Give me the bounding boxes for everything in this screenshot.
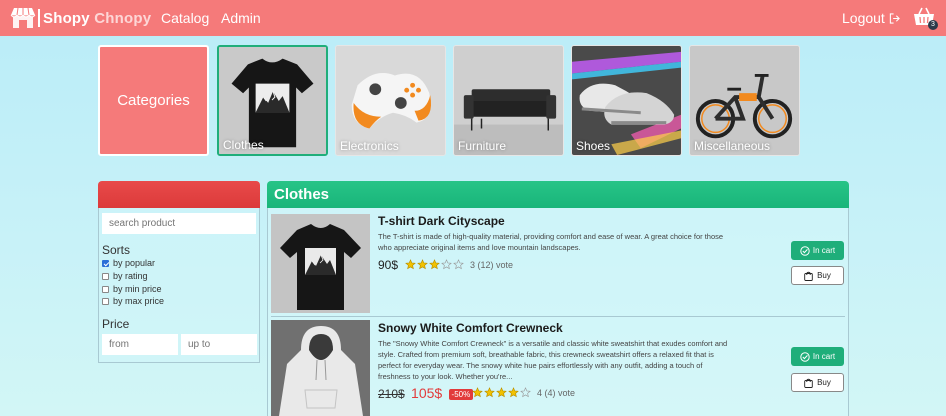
category-shoes[interactable]: Shoes (571, 45, 682, 156)
in-cart-label: In cart (812, 352, 836, 361)
product-title[interactable]: T-shirt Dark Cityscape (378, 214, 505, 228)
cart-count-badge: 3 (928, 20, 938, 30)
sort-option-label: by max price (113, 296, 165, 306)
sort-option-max-price[interactable]: by max price (102, 296, 164, 306)
star-filled-icon (496, 387, 507, 398)
product-title[interactable]: Snowy White Comfort Crewneck (378, 321, 563, 335)
category-clothes[interactable]: Clothes (217, 45, 328, 156)
products-section-title: Clothes (274, 186, 330, 203)
buy-label: Buy (817, 271, 831, 280)
logout-button[interactable]: Logout (842, 10, 900, 26)
sort-popular-checkbox[interactable] (102, 259, 109, 267)
category-furniture[interactable]: Furniture (453, 45, 564, 156)
old-price: 210$ (378, 387, 405, 401)
star-filled-icon (484, 387, 495, 398)
product-price: 210$ 105$ -50% (378, 385, 474, 401)
categories-title: Categories (117, 92, 190, 109)
product-rating: 4 (4) vote (472, 387, 575, 398)
rating-votes: 4 (4) vote (537, 387, 576, 398)
sort-rating-checkbox[interactable] (102, 272, 109, 280)
star-filled-icon (508, 387, 519, 398)
price-to-input[interactable] (181, 334, 257, 355)
sort-option-label: by popular (113, 258, 156, 268)
brand-logo[interactable]: Shopy Chnopy (10, 6, 151, 30)
product-rating: 3 (12) vote (405, 259, 513, 270)
sort-option-rating[interactable]: by rating (102, 271, 148, 281)
product-price: 90$ (378, 258, 399, 272)
sort-min-price-checkbox[interactable] (102, 285, 109, 293)
filters-header (98, 181, 260, 208)
buy-button[interactable]: Buy (791, 266, 844, 285)
price-from-input[interactable] (102, 334, 178, 355)
cart-button[interactable]: 3 (913, 7, 938, 30)
brand-name-primary: Shopy (43, 9, 90, 27)
product-description: The "Snowy White Comfort Crewneck" is a … (378, 339, 728, 381)
star-filled-icon (472, 387, 483, 398)
sort-option-label: by rating (113, 271, 148, 281)
star-filled-icon (405, 259, 416, 270)
tshirt-product-image (271, 214, 370, 313)
price-title: Price (102, 317, 130, 331)
shopping-bag-icon (804, 271, 813, 281)
buy-button[interactable]: Buy (791, 373, 844, 392)
shop-icon (10, 7, 36, 28)
star-empty-icon (441, 259, 452, 270)
sort-max-price-checkbox[interactable] (102, 297, 109, 305)
star-empty-icon (520, 387, 531, 398)
sale-price: 105$ (411, 385, 443, 401)
product-image[interactable] (271, 320, 370, 416)
check-circle-icon (800, 351, 810, 362)
brand-name-secondary: Chnopy (94, 9, 152, 27)
categories-title-tile: Categories (98, 45, 209, 156)
in-cart-button[interactable]: In cart (791, 347, 844, 366)
sort-option-popular[interactable]: by popular (102, 258, 155, 268)
product-image[interactable] (271, 214, 370, 313)
buy-label: Buy (817, 378, 831, 387)
sorts-title: Sorts (102, 243, 131, 257)
top-navbar: Shopy Chnopy Catalog Admin Logout 3 (0, 0, 946, 36)
nav-admin-link[interactable]: Admin (221, 10, 261, 26)
shopping-bag-icon (804, 378, 813, 388)
category-label: Clothes (223, 138, 264, 152)
rating-votes: 3 (12) vote (470, 259, 514, 270)
discount-badge: -50% (448, 389, 474, 401)
search-input[interactable] (102, 213, 256, 234)
star-empty-icon (453, 259, 464, 270)
logout-label: Logout (842, 10, 885, 26)
star-filled-icon (417, 259, 428, 270)
product-description: The T-shirt is made of high-quality mate… (378, 232, 724, 252)
brand-name: Shopy Chnopy (43, 10, 151, 27)
category-label: Furniture (458, 139, 507, 153)
category-label: Electronics (340, 139, 399, 153)
product-divider (271, 316, 845, 317)
category-label: Miscellaneous (694, 139, 771, 153)
nav-catalog-link[interactable]: Catalog (161, 10, 209, 26)
in-cart-button[interactable]: In cart (791, 241, 844, 260)
category-label: Shoes (576, 139, 611, 153)
category-miscellaneous[interactable]: Miscellaneous (689, 45, 800, 156)
category-electronics[interactable]: Electronics (335, 45, 446, 156)
sort-option-label: by min price (113, 284, 162, 294)
logo-divider (38, 9, 40, 27)
hoodie-product-image (271, 320, 370, 416)
in-cart-label: In cart (812, 246, 836, 255)
sort-option-min-price[interactable]: by min price (102, 284, 162, 294)
check-circle-icon (800, 245, 810, 256)
logout-icon (889, 12, 900, 24)
star-filled-icon (429, 259, 440, 270)
products-section-header: Clothes (267, 181, 849, 208)
